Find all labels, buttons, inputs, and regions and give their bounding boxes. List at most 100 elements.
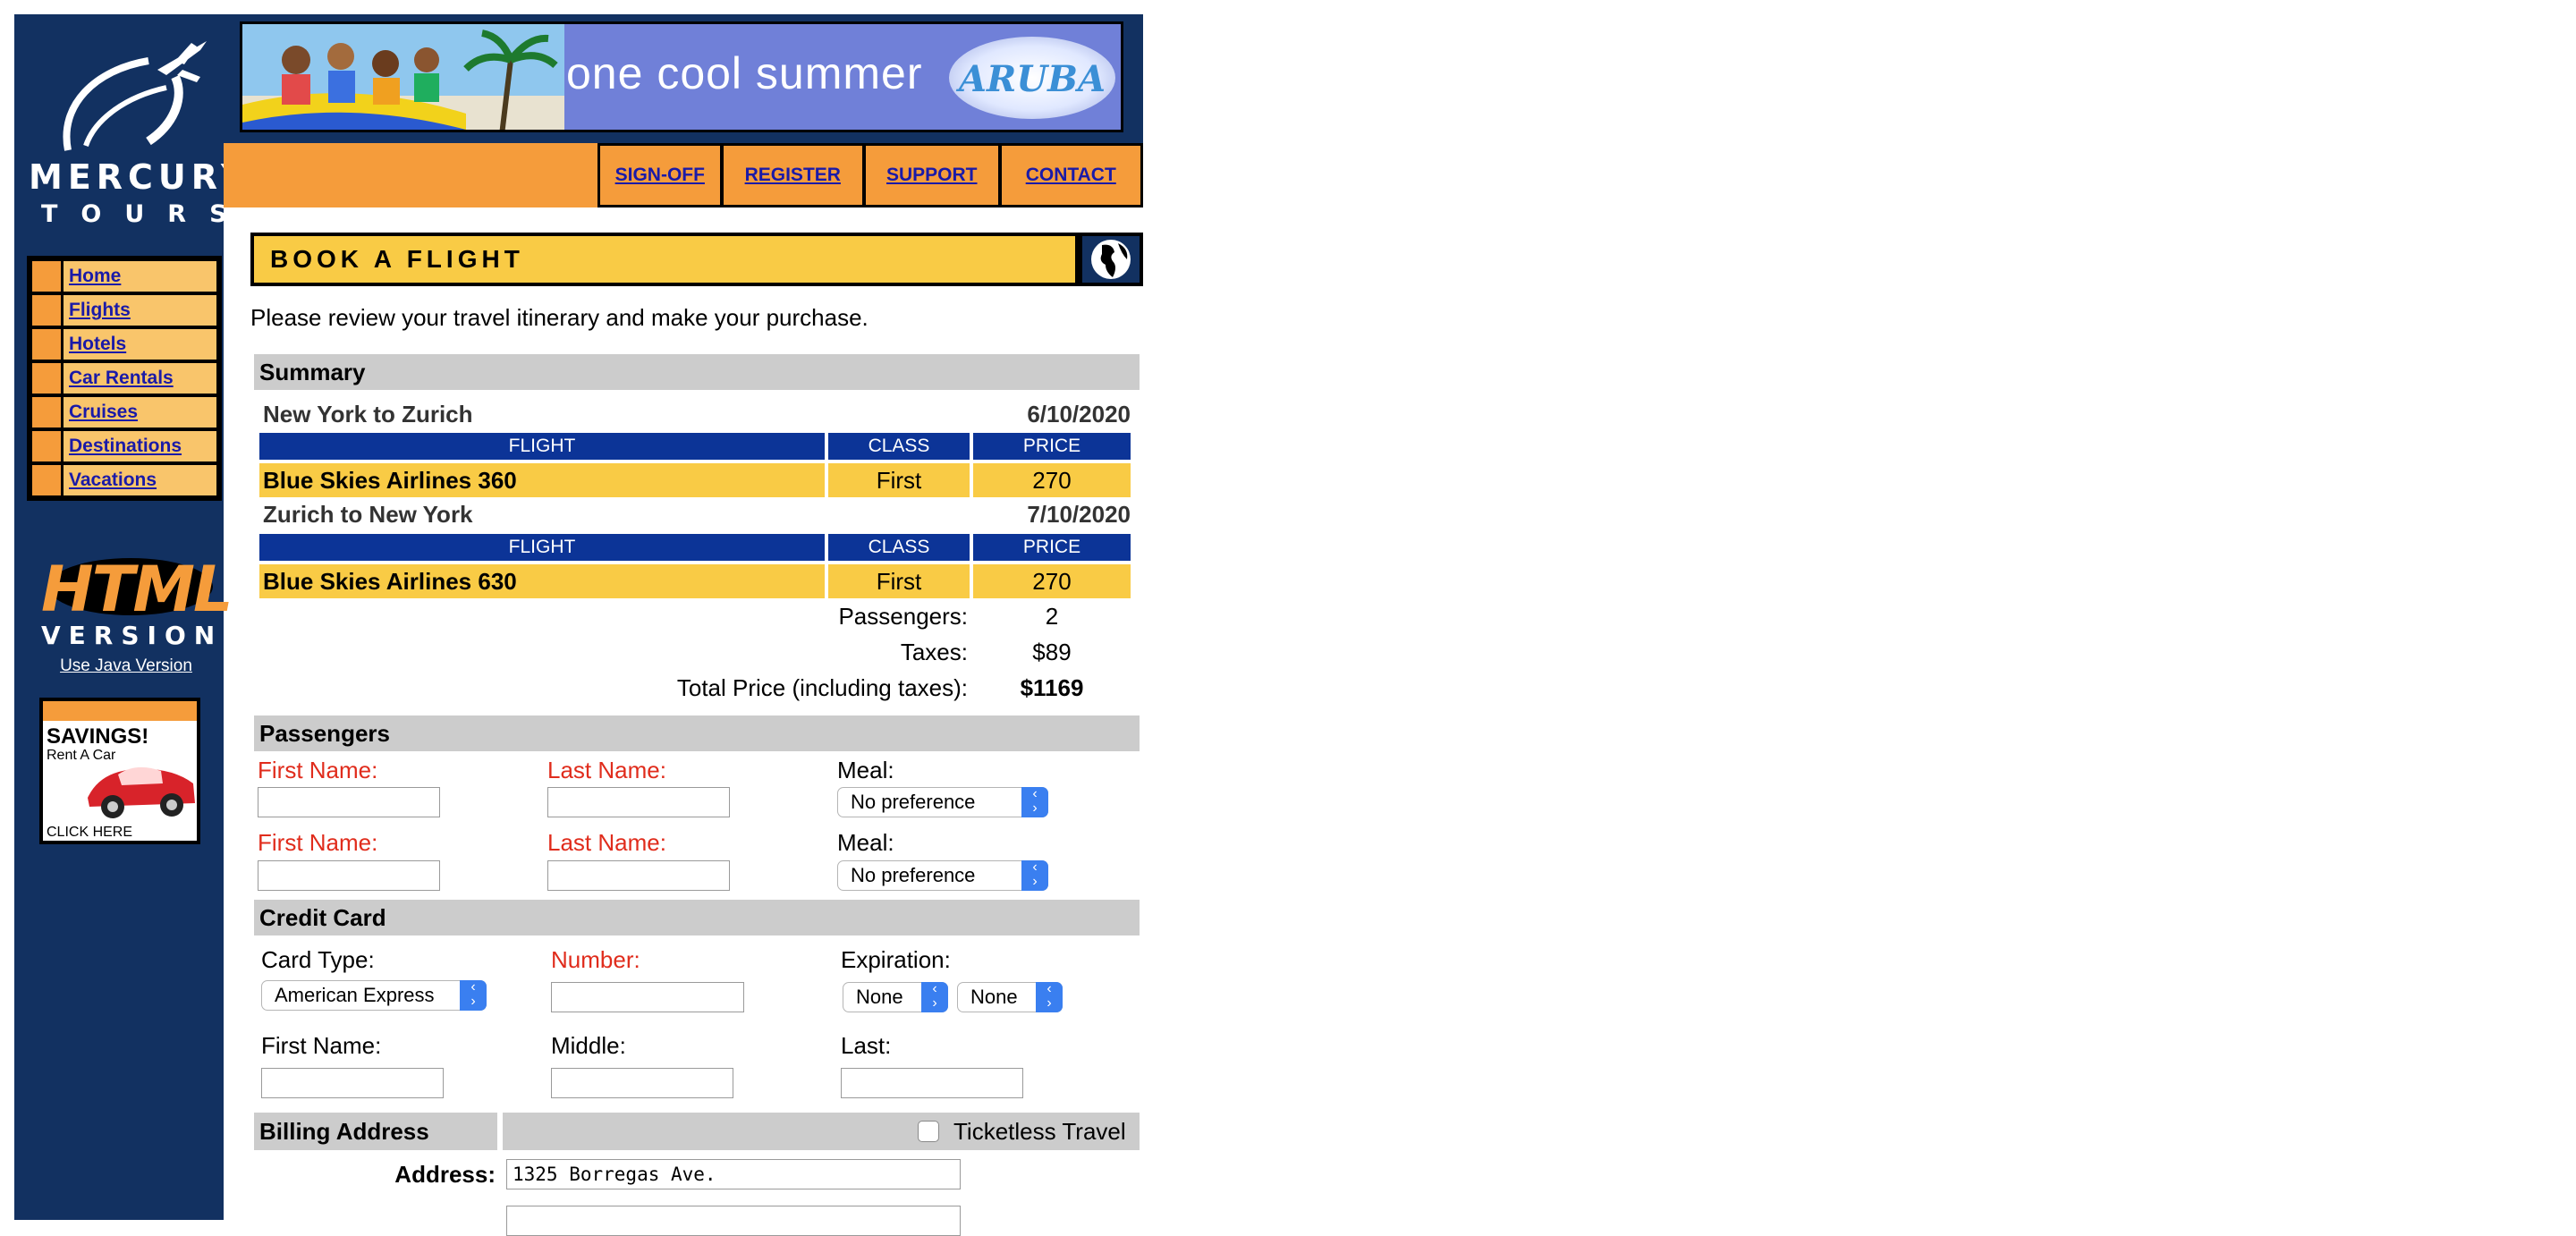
passenger2-meal-value: No preference — [851, 864, 976, 886]
expiration-year-select[interactable]: None ‹ › — [957, 982, 1063, 1012]
sidebar-item-vacations[interactable]: Vacations — [32, 465, 216, 495]
html-version-badge: HTML VERSION — [41, 551, 233, 651]
passenger2-meal-label: Meal: — [837, 829, 894, 856]
passenger2-first-name-input[interactable] — [258, 860, 440, 891]
nav-swatch — [32, 397, 64, 428]
card-number-input[interactable] — [551, 982, 744, 1012]
sidebar-link-cruises[interactable]: Cruises — [64, 397, 138, 428]
leg1-flight: Blue Skies Airlines 360 — [259, 463, 825, 497]
expiration-year-value: None — [970, 986, 1018, 1008]
credit-card-heading: Credit Card — [254, 900, 1140, 935]
leg1-table-header: FLIGHT CLASS PRICE — [259, 433, 1131, 460]
leg2-class: First — [828, 564, 970, 598]
leg1-route: New York to Zurich — [263, 401, 473, 428]
leg2-table-header: FLIGHT CLASS PRICE — [259, 534, 1131, 561]
support-link[interactable]: SUPPORT — [866, 146, 998, 205]
ad-title: SAVINGS! — [47, 724, 149, 749]
sidebar-link-hotels[interactable]: Hotels — [64, 329, 126, 360]
globe-icon — [1091, 240, 1131, 279]
passenger1-meal-label: Meal: — [837, 757, 894, 783]
ticketless-travel-label: Ticketless Travel — [953, 1118, 1126, 1145]
page: MERCURY TOURS Home Flights Hotels Car Re… — [0, 0, 2576, 1236]
passenger2-meal-select[interactable]: No preference ‹ › — [837, 860, 1048, 891]
leg1-date: 6/10/2020 — [1027, 401, 1131, 428]
intro-text: Please review your travel itinerary and … — [250, 304, 869, 331]
passengers-heading: Passengers — [254, 715, 1140, 751]
sidebar-item-cruises[interactable]: Cruises — [32, 397, 216, 428]
passenger1-meal-select[interactable]: No preference ‹ › — [837, 787, 1048, 817]
select-chevron-icon: ‹ › — [921, 982, 948, 1012]
ticketless-travel-checkbox[interactable] — [918, 1121, 939, 1142]
sidebar-link-home[interactable]: Home — [64, 261, 121, 292]
passenger1-last-name-label: Last Name: — [547, 757, 666, 783]
leg1-class: First — [828, 463, 970, 497]
page-title-bar: BOOK A FLIGHT — [250, 233, 1143, 286]
nav-swatch — [32, 329, 64, 360]
passenger1-meal-value: No preference — [851, 791, 976, 813]
passenger1-first-name-input[interactable] — [258, 787, 440, 817]
billing-address-heading: Billing Address — [254, 1113, 497, 1150]
expiration-month-select[interactable]: None ‹ › — [843, 982, 948, 1012]
passenger2-last-name-input[interactable] — [547, 860, 730, 891]
nav-swatch — [32, 261, 64, 292]
brand-subname: TOURS — [41, 200, 250, 228]
cardholder-middle-name-label: Middle: — [551, 1032, 626, 1059]
sign-off-link[interactable]: SIGN-OFF — [600, 146, 720, 205]
leg1-table-row: Blue Skies Airlines 360 First 270 — [259, 463, 1131, 497]
select-chevron-icon: ‹ › — [1036, 982, 1063, 1012]
expiration-month-value: None — [856, 986, 903, 1008]
savings-ad[interactable]: SAVINGS! Rent A Car CLICK HERE — [39, 698, 200, 844]
cardholder-last-name-input[interactable] — [841, 1068, 1023, 1098]
version-word: VERSION — [41, 621, 224, 650]
contact-link[interactable]: CONTACT — [1001, 146, 1140, 205]
sidebar-link-flights[interactable]: Flights — [64, 295, 131, 326]
sidebar-item-car-rentals[interactable]: Car Rentals — [32, 363, 216, 394]
address-line2-input[interactable] — [506, 1206, 961, 1236]
html-word: HTML — [41, 553, 233, 626]
register-link[interactable]: REGISTER — [723, 146, 863, 205]
col-class: CLASS — [828, 433, 970, 460]
address-line1-input[interactable] — [506, 1159, 961, 1189]
expiration-label: Expiration: — [841, 946, 951, 973]
sidebar-link-car-rentals[interactable]: Car Rentals — [64, 363, 174, 394]
sidebar-link-destinations[interactable]: Destinations — [64, 431, 182, 461]
cardholder-first-name-input[interactable] — [261, 1068, 444, 1098]
promo-banner[interactable]: one cool summer ARUBA — [240, 21, 1123, 132]
banner-tagline: one cool summer — [566, 48, 923, 98]
col-flight: FLIGHT — [259, 433, 825, 460]
nav-swatch — [32, 295, 64, 326]
address-label: Address: — [394, 1161, 496, 1188]
sidebar-item-destinations[interactable]: Destinations — [32, 431, 216, 461]
sidebar-link-vacations[interactable]: Vacations — [64, 465, 157, 495]
taxes-label: Taxes: — [900, 639, 968, 665]
leg2-route: Zurich to New York — [263, 501, 473, 528]
sidebar-item-home[interactable]: Home — [32, 261, 216, 292]
nav-swatch — [32, 465, 64, 495]
passenger1-last-name-input[interactable] — [547, 787, 730, 817]
card-number-label: Number: — [551, 946, 640, 973]
passenger2-first-name-label: First Name: — [258, 829, 378, 856]
cardholder-middle-name-input[interactable] — [551, 1068, 733, 1098]
beach-photo-icon — [242, 24, 564, 130]
cardholder-first-name-label: First Name: — [261, 1032, 382, 1059]
select-chevron-icon: ‹ › — [1021, 787, 1048, 817]
airplane-logo-icon — [63, 41, 207, 151]
leg2-table-row: Blue Skies Airlines 630 First 270 — [259, 564, 1131, 598]
nav-swatch — [32, 431, 64, 461]
col-class: CLASS — [828, 534, 970, 561]
card-type-value: American Express — [275, 984, 435, 1006]
total-price-value: $1169 — [1020, 674, 1084, 701]
use-java-version-link[interactable]: Use Java Version — [29, 656, 224, 676]
page-title: BOOK A FLIGHT — [254, 236, 1075, 283]
passengers-count-label: Passengers: — [838, 603, 968, 630]
aruba-logo: ARUBA — [949, 37, 1115, 119]
sidebar-item-flights[interactable]: Flights — [32, 295, 216, 326]
passengers-count-value: 2 — [1045, 603, 1059, 630]
card-type-select[interactable]: American Express ‹ › — [261, 980, 487, 1011]
passenger2-last-name-label: Last Name: — [547, 829, 666, 856]
cardholder-last-name-label: Last: — [841, 1032, 892, 1059]
taxes-value: $89 — [1032, 639, 1072, 665]
col-flight: FLIGHT — [259, 534, 825, 561]
sidebar-item-hotels[interactable]: Hotels — [32, 329, 216, 360]
ad-cta: CLICK HERE — [47, 825, 133, 840]
